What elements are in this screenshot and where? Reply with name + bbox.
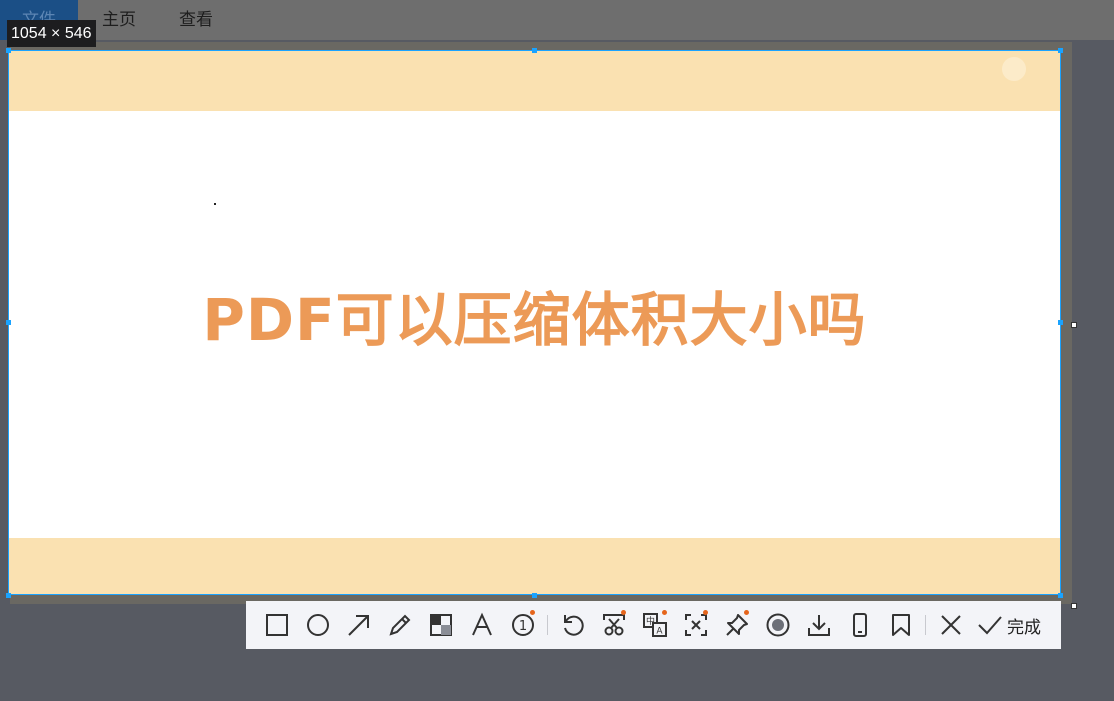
bookmark-icon[interactable] <box>880 605 921 645</box>
screenshot-toolbar: 1 中A 完成 <box>246 601 1061 649</box>
arrow-icon[interactable] <box>338 605 379 645</box>
check-icon <box>978 616 1002 635</box>
outer-handle-bottom-right[interactable] <box>1071 603 1077 609</box>
translate-icon[interactable]: 中A <box>634 605 675 645</box>
ellipse-icon[interactable] <box>297 605 338 645</box>
text-icon[interactable] <box>461 605 502 645</box>
resize-handle-bottom-right[interactable] <box>1058 593 1063 598</box>
capture-region[interactable]: PDF可以压缩体积大小吗 <box>8 50 1061 595</box>
resize-handle-top-right[interactable] <box>1058 48 1063 53</box>
outer-handle-right[interactable] <box>1071 322 1077 328</box>
svg-text:中: 中 <box>645 615 654 627</box>
new-feature-badge <box>744 610 749 615</box>
mosaic-icon[interactable] <box>420 605 461 645</box>
done-label: 完成 <box>1007 617 1041 638</box>
ocr-icon[interactable] <box>675 605 716 645</box>
mobile-icon[interactable] <box>839 605 880 645</box>
pencil-icon[interactable] <box>379 605 420 645</box>
banner-top-band <box>9 51 1060 111</box>
close-icon[interactable] <box>930 605 971 645</box>
resize-handle-top-left[interactable] <box>6 48 11 53</box>
new-feature-badge <box>621 610 626 615</box>
toolbar-divider <box>547 615 548 635</box>
banner-headline: PDF可以压缩体积大小吗 <box>202 286 867 354</box>
decorative-circle <box>1002 57 1026 81</box>
toolbar-divider <box>925 615 926 635</box>
undo-icon[interactable] <box>552 605 593 645</box>
number-marker-icon[interactable]: 1 <box>502 605 543 645</box>
long-screenshot-icon[interactable] <box>593 605 634 645</box>
resize-handle-bottom-left[interactable] <box>6 593 11 598</box>
tab-view[interactable]: 查看 <box>179 0 213 40</box>
resize-handle-left[interactable] <box>6 320 11 325</box>
pin-icon[interactable] <box>716 605 757 645</box>
resize-handle-bottom[interactable] <box>532 593 537 598</box>
app-ribbon: 文件 主页 查看 <box>0 0 1114 40</box>
resize-handle-right[interactable] <box>1058 320 1063 325</box>
resize-handle-top[interactable] <box>532 48 537 53</box>
new-feature-badge <box>662 610 667 615</box>
cursor-dot <box>214 203 216 205</box>
svg-text:1: 1 <box>518 619 526 634</box>
banner-bottom-band <box>9 538 1060 594</box>
new-feature-badge <box>703 610 708 615</box>
record-icon[interactable] <box>757 605 798 645</box>
svg-text:A: A <box>656 627 663 637</box>
rectangle-icon[interactable] <box>256 605 297 645</box>
download-icon[interactable] <box>798 605 839 645</box>
done-button[interactable]: 完成 <box>971 605 1047 645</box>
new-feature-badge <box>530 610 535 615</box>
selection-size-label: 1054 × 546 <box>7 20 96 47</box>
tab-home[interactable]: 主页 <box>102 0 136 40</box>
